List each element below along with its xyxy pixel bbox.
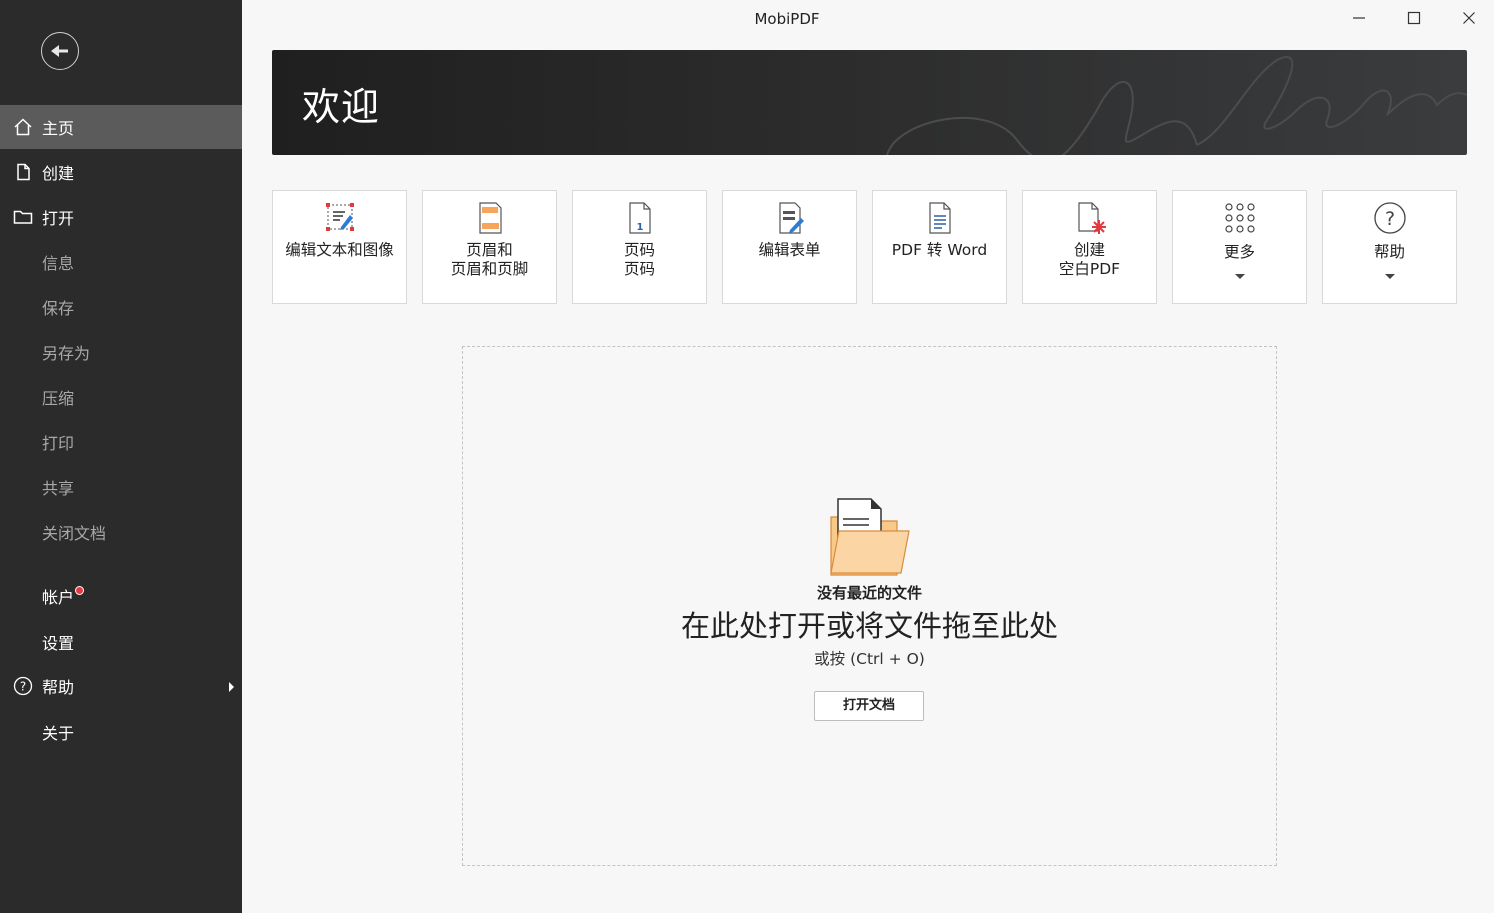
sidebar-item-info[interactable]: 信息 xyxy=(0,240,242,284)
sidebar-item-save-as[interactable]: 另存为 xyxy=(0,330,242,374)
sidebar-item-label: 关于 xyxy=(42,724,75,743)
tile-label-line1: 创建 xyxy=(1073,241,1105,259)
tile-label: 帮助 xyxy=(1323,243,1456,262)
folder-icon xyxy=(13,210,33,224)
edit-text-image-icon xyxy=(325,203,354,231)
close-icon xyxy=(1463,12,1475,24)
sidebar-item-label: 帮助 xyxy=(42,678,75,697)
svg-text:1: 1 xyxy=(636,222,643,233)
chevron-right-icon xyxy=(229,682,234,692)
sidebar-item-label: 创建 xyxy=(42,164,75,183)
sidebar-item-share[interactable]: 共享 xyxy=(0,465,242,509)
open-document-button[interactable]: 打开文档 xyxy=(814,691,924,721)
header-footer-icon xyxy=(478,202,502,234)
shortcut-hint: 或按 (Ctrl + O) xyxy=(814,650,925,668)
banner-title: 欢迎 xyxy=(302,85,381,129)
sidebar-item-label: 设置 xyxy=(42,634,75,653)
sidebar-item-home[interactable]: 主页 xyxy=(0,105,242,149)
open-folder-icon xyxy=(830,498,910,576)
sidebar-item-label: 压缩 xyxy=(42,389,75,408)
tile-label-line2: 页码 xyxy=(623,260,655,278)
svg-text:?: ? xyxy=(1384,208,1394,230)
sidebar-item-label: 关闭文档 xyxy=(42,524,107,543)
maximize-button[interactable] xyxy=(1399,4,1429,32)
tile-label-line1: PDF 转 Word xyxy=(891,241,988,259)
tile-label: 页码 页码 xyxy=(573,241,706,279)
maximize-icon xyxy=(1407,11,1421,25)
sidebar-item-label: 共享 xyxy=(42,479,75,498)
home-icon xyxy=(14,118,32,136)
tile-label-line2: 页眉和页脚 xyxy=(450,260,529,278)
sidebar-item-label: 主页 xyxy=(42,119,75,138)
help-icon: ? xyxy=(1373,202,1406,234)
sidebar-item-account[interactable]: 帐户 xyxy=(0,574,242,618)
sidebar-item-about[interactable]: 关于 xyxy=(0,710,242,754)
tile-label-line1: 更多 xyxy=(1223,243,1255,261)
sidebar-item-label: 打印 xyxy=(42,434,75,453)
tile-label-line1: 页眉和 xyxy=(466,241,513,259)
sidebar-item-account-wrap: 帐户 xyxy=(42,584,85,608)
tile-label: 编辑表单 xyxy=(723,241,856,260)
tile-label-line1: 编辑表单 xyxy=(758,241,821,259)
more-grid-icon xyxy=(1224,203,1255,233)
tile-edit-form[interactable]: 编辑表单 xyxy=(722,190,857,304)
drop-instruction-text: 在此处打开或将文件拖至此处 xyxy=(680,609,1058,643)
file-drop-zone[interactable]: 没有最近的文件 在此处打开或将文件拖至此处 或按 (Ctrl + O) 打开文档 xyxy=(462,346,1277,866)
close-button[interactable] xyxy=(1454,4,1484,32)
tile-label: 页眉和 页眉和页脚 xyxy=(423,241,556,279)
tile-label: 更多 xyxy=(1173,243,1306,262)
arrow-left-icon xyxy=(51,45,68,57)
tile-more[interactable]: 更多 xyxy=(1172,190,1307,304)
tile-edit-text-image[interactable]: 编辑文本和图像 xyxy=(272,190,407,304)
sidebar-item-label: 信息 xyxy=(42,254,75,273)
sidebar-item-print[interactable]: 打印 xyxy=(0,420,242,464)
tile-label: 编辑文本和图像 xyxy=(273,241,406,260)
sidebar: 主页 创建 打开 信息 保存 另存为 压缩 打印 共享 关闭文档 帐户 设置 ?… xyxy=(0,0,242,913)
tile-label-line2: 空白PDF xyxy=(1058,260,1121,278)
no-recent-files-text: 没有最近的文件 xyxy=(816,584,922,602)
sidebar-item-open[interactable]: 打开 xyxy=(0,195,242,239)
welcome-banner: 欢迎 xyxy=(272,50,1467,155)
tile-label-line1: 编辑文本和图像 xyxy=(285,241,394,259)
document-icon xyxy=(17,163,30,181)
create-blank-pdf-icon xyxy=(1077,202,1106,234)
help-circle-icon: ? xyxy=(13,676,33,696)
tile-header-footer[interactable]: 页眉和 页眉和页脚 xyxy=(422,190,557,304)
sidebar-item-settings[interactable]: 设置 xyxy=(0,620,242,664)
sidebar-item-label: 保存 xyxy=(42,299,75,318)
tile-label-line1: 页码 xyxy=(623,241,655,259)
sidebar-item-label: 另存为 xyxy=(42,344,91,363)
tile-pdf-to-word[interactable]: PDF 转 Word xyxy=(872,190,1007,304)
sidebar-item-create[interactable]: 创建 xyxy=(0,150,242,194)
sidebar-item-label: 帐户 xyxy=(42,588,75,607)
minimize-icon xyxy=(1353,17,1365,19)
tile-create-blank-pdf[interactable]: 创建 空白PDF xyxy=(1022,190,1157,304)
sidebar-item-label: 打开 xyxy=(42,209,75,228)
signature-decoration xyxy=(886,56,1467,155)
edit-form-icon xyxy=(778,202,804,234)
sidebar-item-close-document[interactable]: 关闭文档 xyxy=(0,510,242,554)
sidebar-item-save[interactable]: 保存 xyxy=(0,285,242,329)
tile-help[interactable]: ? 帮助 xyxy=(1322,190,1457,304)
tile-page-numbers[interactable]: 1 页码 页码 xyxy=(572,190,707,304)
svg-text:?: ? xyxy=(20,680,26,694)
caret-down-icon xyxy=(1384,274,1395,279)
notification-dot xyxy=(75,586,85,595)
caret-down-icon xyxy=(1234,274,1245,279)
minimize-button[interactable] xyxy=(1344,4,1374,32)
window-title: MobiPDF xyxy=(754,10,820,28)
sidebar-item-help[interactable]: ? 帮助 xyxy=(0,664,242,708)
tile-label-line1: 帮助 xyxy=(1373,243,1405,261)
tile-label: 创建 空白PDF xyxy=(1023,241,1156,279)
page-number-icon: 1 xyxy=(628,202,651,234)
back-button[interactable] xyxy=(41,32,79,70)
tile-label: PDF 转 Word xyxy=(873,241,1006,260)
pdf-to-word-icon xyxy=(928,202,951,234)
sidebar-item-compress[interactable]: 压缩 xyxy=(0,375,242,419)
